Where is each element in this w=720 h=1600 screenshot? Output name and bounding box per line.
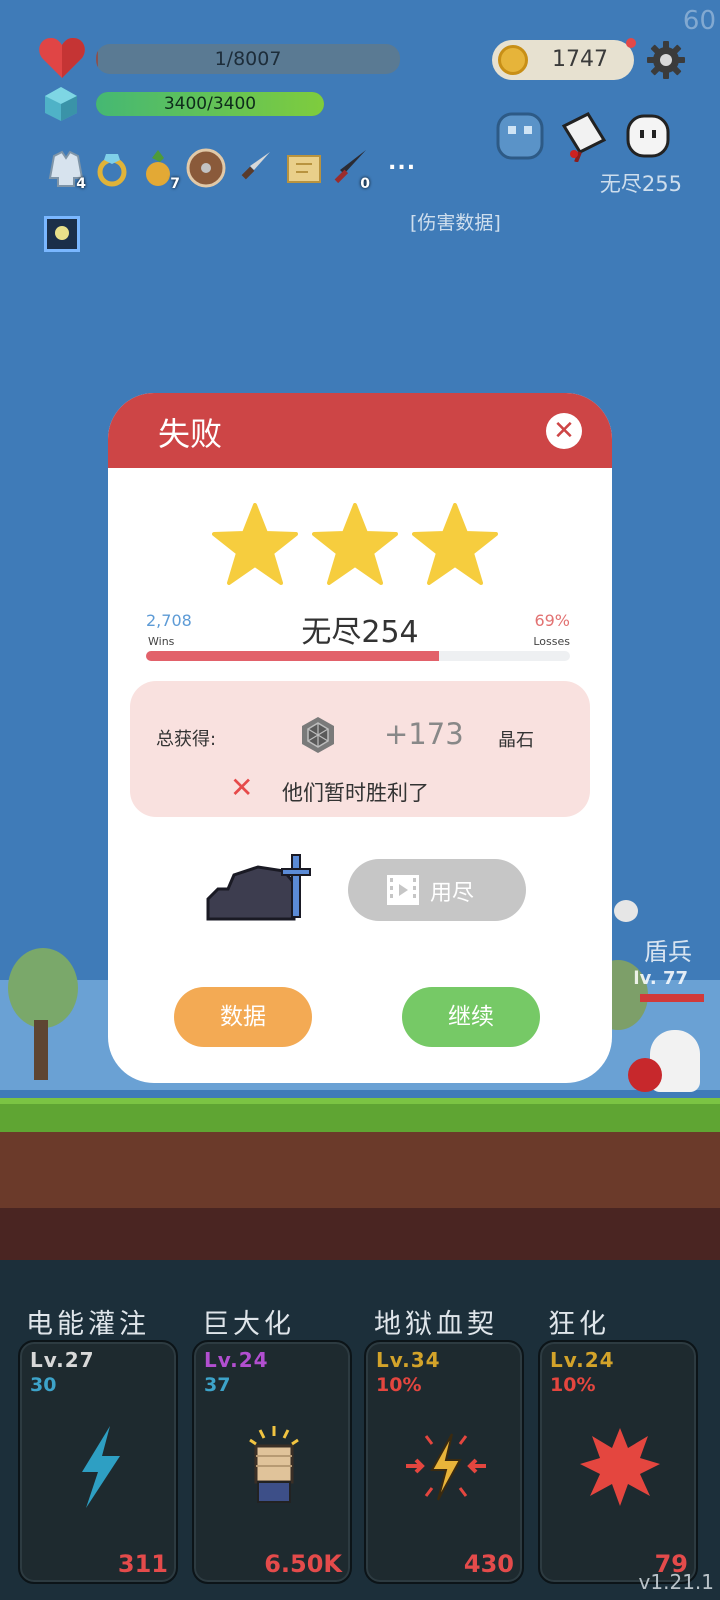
star-icon [312,503,398,585]
watch-ad-button[interactable]: 用尽 [348,859,526,921]
defeat-x-icon: ✕ [230,771,254,804]
notification-dot [626,38,636,48]
reward-panel: 总获得: +173 晶石 ✕ 他们暂时胜利了 [130,681,590,817]
coin-icon [498,45,528,75]
stats-button[interactable]: 数据 [174,987,312,1047]
loss-bar-fill [146,651,439,661]
skill-value: 10% [550,1374,596,1396]
tree-trunk [34,1020,48,1080]
blob-enemy-icon [626,114,670,158]
dagger-icon [241,152,270,180]
blood-pact-icon [406,1433,486,1501]
skill-level: Lv.24 [204,1348,269,1372]
current-stage-label: 无尽255 [599,172,682,196]
inventory-item-ring[interactable] [92,148,132,192]
enemy-name: 盾兵 [644,938,692,966]
item-count: 4 [76,176,86,192]
result-message: 他们暂时胜利了 [282,781,429,805]
star-icon [212,503,298,585]
skill-card-blood-pact[interactable]: Lv.34 10% 430 [364,1340,524,1584]
result-dialog: 失败 ✕ 2,708 Wins 无尽254 69% Losses 总获得: +1… [108,393,612,1083]
skill-cost: 311 [117,1550,168,1578]
video-icon [387,875,419,905]
map-scroll-icon [287,155,321,183]
gem-icon [302,717,334,753]
skill-level: Lv.27 [30,1348,95,1372]
helmet-loot-icon [206,854,311,921]
item-count: 0 [360,176,370,192]
skill-value: 37 [204,1374,231,1396]
hp-bar: 1/8007 [96,44,400,74]
skill-level: Lv.24 [550,1348,615,1372]
fist-icon [249,1426,299,1503]
deep-dirt-layer [0,1208,720,1260]
star-icon [412,503,498,585]
skill-card-giant[interactable]: Lv.24 37 6.50K [192,1340,352,1584]
skill-value: 10% [376,1374,422,1396]
version-label: v1.21.1 [638,1570,714,1594]
skill-card-lightning[interactable]: Lv.27 30 311 [18,1340,178,1584]
skill-level: Lv.34 [376,1348,441,1372]
mana-text: 3400/3400 [163,94,257,114]
skill-name: 狂化 [548,1309,610,1340]
reward-label: 总获得: [156,729,217,750]
damage-data-link[interactable]: [伤害数据] [410,208,501,235]
enemy-shield [628,1058,662,1092]
lightning-icon [82,1426,120,1508]
skill-cost: 430 [463,1550,514,1578]
losses-label: Losses [533,635,570,648]
skill-name: 巨大化 [202,1309,295,1340]
coin-counter[interactable]: 1747 [492,40,634,80]
skill-value: 30 [30,1374,57,1396]
continue-button[interactable]: 继续 [402,987,540,1047]
more-items[interactable]: ... [388,150,416,175]
skill-card-berserk[interactable]: Lv.24 10% 79 [538,1340,698,1584]
gear-icon[interactable] [646,40,686,80]
inventory-item-shield[interactable] [186,148,226,192]
inventory-item-dagger[interactable] [236,148,276,192]
skill-cost: 6.50K [264,1550,342,1578]
skill-name: 电能灌注 [26,1309,150,1340]
skill-name: 地狱血契 [374,1309,498,1340]
dirt-layer [0,1132,720,1208]
ad-button-label: 用尽 [430,881,475,906]
dialog-header: 失败 ✕ [108,393,612,468]
dialog-title: 失败 [158,415,223,453]
reward-amount: +173 [384,717,464,751]
enemy-level: lv. 77 [633,968,688,989]
ring-icon [97,154,127,187]
fps-counter: 60 [682,6,716,36]
inventory-item-pineapple[interactable]: 7 [140,148,180,192]
inventory-item-coat[interactable]: 4 [46,148,86,192]
heart-icon [39,38,85,78]
reward-unit: 晶石 [498,730,534,751]
buff-icon[interactable] [44,216,80,252]
enemy-hp-bar [640,994,704,1002]
coin-amount: 1747 [552,47,608,72]
close-icon[interactable]: ✕ [546,413,582,449]
win-loss-bar [146,651,570,661]
round-shield-icon [186,148,226,188]
ghost-warrior-icon [496,112,544,160]
hp-text: 1/8007 [214,48,282,70]
item-count: 7 [170,176,180,192]
inventory-item-map[interactable] [284,148,324,192]
mana-bar: 3400/3400 [96,92,324,116]
berserk-icon [580,1428,660,1506]
inventory-item-sword[interactable]: 0 [330,148,370,192]
smoke-puff [614,900,638,922]
tree [8,948,78,1028]
crystal-icon [45,87,77,121]
grass-ground [0,1098,720,1132]
losses-value: 69% [534,611,570,630]
cleaver-icon [561,112,607,162]
